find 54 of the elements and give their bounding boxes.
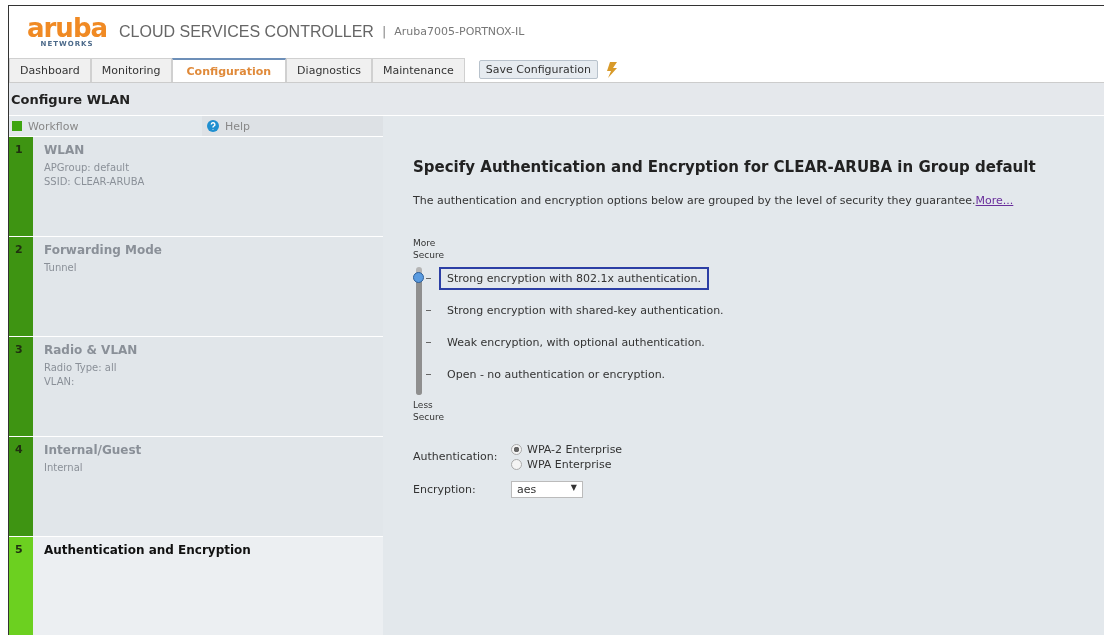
nav-tab[interactable]: Diagnostics [286,58,372,82]
security-option[interactable]: Strong encryption with 802.1x authentication. [439,266,709,290]
scale-label: More [413,237,437,249]
workflow-step[interactable]: 4 Internal/Guest Internal [9,436,383,536]
step-number: 4 [15,443,23,456]
encryption-dropdown[interactable]: aes ▼ [511,481,583,498]
radio-button[interactable] [511,444,522,455]
lightning-icon[interactable] [605,61,618,78]
workflow-label: Workflow [28,119,79,133]
security-option[interactable]: Weak encryption, with optional authentication. [439,330,713,354]
step-title: WLAN [44,143,86,157]
step-detail: Internal [44,461,84,475]
step-title: Radio & VLAN [44,343,138,357]
scale-label: Secure [413,249,445,261]
step-detail: SSID: CLEAR-ARUBA [44,175,145,189]
radio-label: WPA-2 Enterprise [527,443,623,456]
step-title: Authentication and Encryption [44,543,251,557]
section-heading: Specify Authentication and Encryption for CLEAR-ARUBA in Group default [413,158,1037,176]
step-detail: VLAN: [44,375,76,389]
security-option[interactable]: Open - no authentication or encryption. [439,362,674,386]
device-name: Aruba7005-PORTNOX-IL [394,25,525,38]
step-detail: Radio Type: all [44,361,118,375]
step-number: 1 [15,143,23,156]
step-title: Forwarding Mode [44,243,162,257]
more-link[interactable]: More... [975,194,1014,207]
aruba-logo: aruba [27,15,108,41]
security-option[interactable]: Strong encryption with shared-key authentication. [439,298,732,322]
step-number: 3 [15,343,23,356]
nav-tab[interactable]: Dashboard [9,58,91,82]
intro-text: The authentication and encryption options below are grouped by the level of security they guarantee. [413,194,976,207]
nav-tab[interactable]: Monitoring [90,58,172,82]
workflow-square-icon [12,121,22,131]
encryption-label: Encryption: [413,482,477,497]
step-detail: APGroup: default [44,161,131,175]
save-configuration-button[interactable]: Save Configuration [478,60,598,79]
step-title: Internal/Guest [44,443,142,457]
title-separator: | [381,24,387,39]
authentication-label: Authentication: [413,450,499,464]
scale-label: Secure [413,411,445,423]
step-detail: Tunnel [44,261,78,275]
scale-label: Less [413,399,434,411]
workflow-step[interactable]: 1 WLAN APGroup: default SSID: CLEAR-ARUBA [9,136,383,236]
radio-label: WPA Enterprise [527,458,612,471]
step-number: 2 [15,243,23,256]
workflow-step[interactable]: 3 Radio & VLAN Radio Type: all VLAN: [9,336,383,436]
workflow-step[interactable]: 5 Authentication and Encryption [9,536,383,635]
page-title: Configure WLAN [11,91,131,107]
radio-button[interactable] [511,459,522,470]
step-number: 5 [15,543,23,556]
help-icon [207,120,219,132]
workflow-step[interactable]: 2 Forwarding Mode Tunnel [9,236,383,336]
app-title: CLOUD SERVICES CONTROLLER [119,22,374,41]
slider-thumb[interactable] [413,272,424,284]
nav-tab[interactable]: Maintenance [371,58,465,82]
